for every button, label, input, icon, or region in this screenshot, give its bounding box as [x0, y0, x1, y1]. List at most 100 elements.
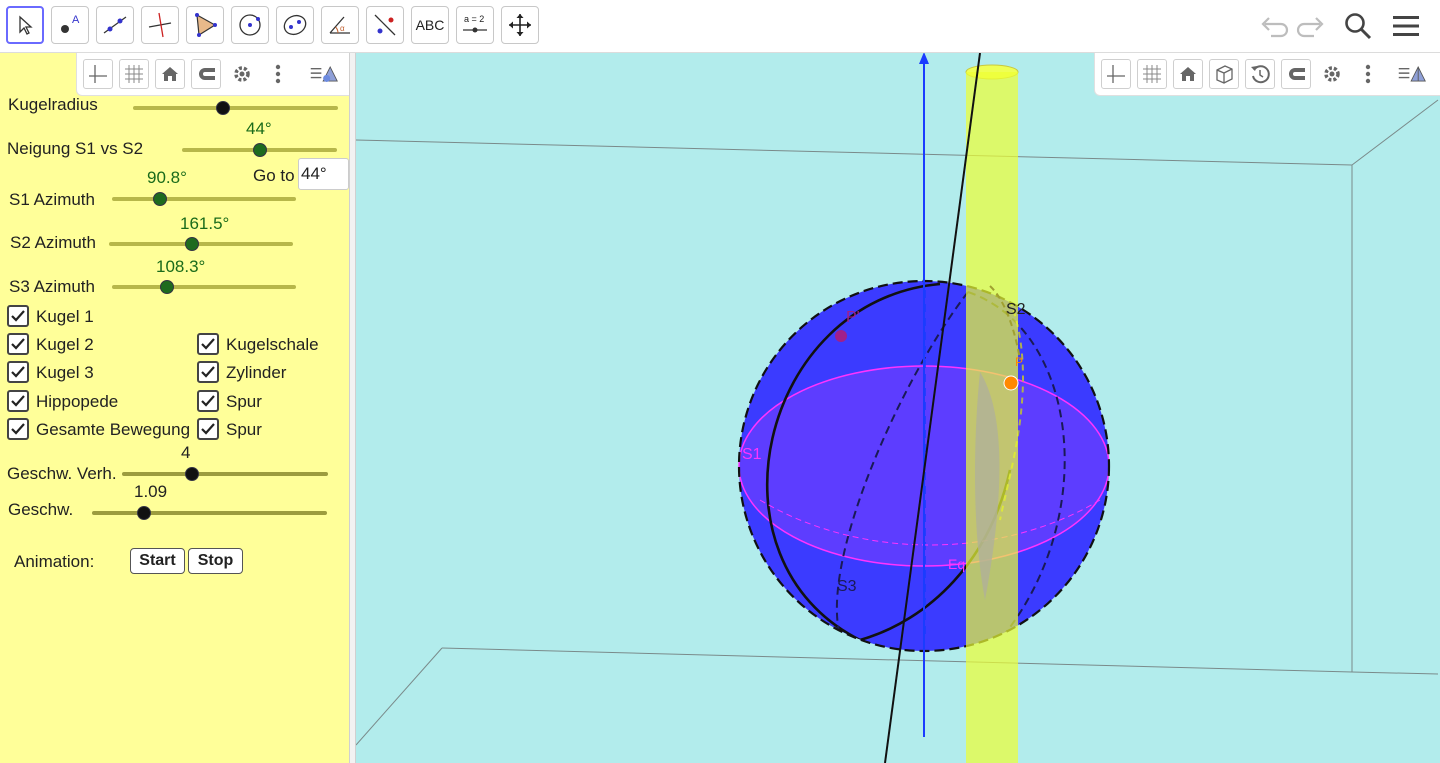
svg-text:α: α [340, 24, 345, 33]
settings-button[interactable] [227, 59, 257, 89]
hippopede-checkbox[interactable] [7, 390, 29, 412]
move-graphics-icon [509, 14, 531, 36]
s3-azimuth-slider-knob[interactable] [160, 280, 175, 294]
neigung-label: Neigung S1 vs S2 [7, 139, 144, 158]
point-p [1003, 375, 1019, 391]
axes-icon [1107, 65, 1125, 83]
s3-azimuth-value: 108.3° [156, 257, 206, 276]
geschw-verh-slider-knob[interactable] [185, 467, 200, 481]
goto-label: Go to [253, 166, 295, 185]
stop-button[interactable]: Stop [188, 548, 243, 574]
gesamte-bewegung-checkbox[interactable] [7, 418, 29, 440]
rotate-view-button[interactable] [1245, 59, 1275, 89]
geschw-slider[interactable] [92, 511, 327, 515]
undo-button[interactable] [1256, 8, 1292, 44]
line-icon [103, 16, 127, 34]
style-bar-toggle-3d[interactable] [1397, 59, 1427, 89]
ellipse-icon [283, 14, 307, 36]
grid-toggle[interactable] [119, 59, 149, 89]
checkmark-icon [201, 366, 215, 378]
home-button-3d[interactable] [1173, 59, 1203, 89]
start-button[interactable]: Start [130, 548, 185, 574]
axes-toggle[interactable] [83, 59, 113, 89]
spur-checkbox-2[interactable] [197, 418, 219, 440]
point-tool[interactable]: A [51, 6, 89, 44]
neigung-slider-knob[interactable] [252, 143, 267, 157]
s3-azimuth-label: S3 Azimuth [9, 277, 95, 296]
label-eq: Eq [948, 556, 966, 572]
text-icon: ABC [415, 17, 445, 33]
zylinder-checkbox[interactable] [197, 361, 219, 383]
style-bar-icon [1398, 65, 1426, 82]
spur-checkbox-1[interactable] [197, 390, 219, 412]
magnet-toggle[interactable] [191, 59, 221, 89]
s2-azimuth-label: S2 Azimuth [10, 233, 96, 252]
point-p-prime [835, 330, 847, 342]
hippopede-label: Hippopede [36, 392, 119, 411]
redo-button[interactable] [1293, 8, 1329, 44]
s2-azimuth-slider[interactable] [109, 242, 293, 246]
reflect-icon [374, 14, 396, 36]
move-view-tool[interactable] [501, 6, 539, 44]
geschw-verh-slider[interactable] [122, 472, 328, 476]
circle-icon [239, 14, 261, 36]
kugel2-checkbox[interactable] [7, 333, 29, 355]
graphics-view-3d[interactable]: P' S1 S2 S3 Eq P [356, 53, 1440, 763]
magnet-toggle-3d[interactable] [1281, 59, 1311, 89]
angle-tool[interactable]: α [321, 6, 359, 44]
toolbar: A α ABC a = 2 [0, 0, 1440, 53]
s1-azimuth-slider-knob[interactable] [152, 192, 167, 206]
goto-input[interactable]: 44° [298, 158, 349, 190]
kugel2-label: Kugel 2 [36, 335, 94, 354]
move-tool[interactable] [6, 6, 44, 44]
search-button[interactable] [1340, 8, 1376, 44]
geschw-slider-knob[interactable] [136, 506, 151, 520]
s1-azimuth-slider[interactable] [112, 197, 296, 201]
checkmark-icon [11, 338, 25, 350]
checkmark-icon [11, 395, 25, 407]
polygon-tool[interactable] [186, 6, 224, 44]
more-button[interactable] [263, 59, 293, 89]
magnet-icon [1289, 68, 1305, 80]
menu-button[interactable] [1388, 8, 1424, 44]
graphics-view-2d[interactable]: Kugelradius 44° Neigung S1 vs S2 Go to 4… [0, 53, 350, 763]
text-tool[interactable]: ABC [411, 6, 449, 44]
view-direction-button[interactable] [1209, 59, 1239, 89]
label-s2: S2 [1006, 301, 1026, 318]
axes-toggle-3d[interactable] [1101, 59, 1131, 89]
circle-tool[interactable] [231, 6, 269, 44]
grid-icon [1143, 65, 1161, 83]
gear-icon [1324, 66, 1340, 82]
style-bar-toggle[interactable] [309, 59, 339, 89]
s3-azimuth-slider[interactable] [112, 285, 296, 289]
svg-text:a = 2: a = 2 [464, 14, 484, 24]
perpendicular-tool[interactable] [141, 6, 179, 44]
grid-toggle-3d[interactable] [1137, 59, 1167, 89]
s1-azimuth-value: 90.8° [147, 168, 187, 187]
home-icon [162, 67, 178, 81]
view-splitter[interactable] [349, 53, 356, 763]
s2-azimuth-slider-knob[interactable] [184, 237, 199, 251]
slider-tool[interactable]: a = 2 [456, 6, 494, 44]
conic-tool[interactable] [276, 6, 314, 44]
label-s3: S3 [837, 578, 857, 595]
more-button-3d[interactable] [1353, 59, 1383, 89]
label-p-prime: P' [846, 309, 860, 326]
reflect-tool[interactable] [366, 6, 404, 44]
kugel1-checkbox[interactable] [7, 305, 29, 327]
kugelschale-checkbox[interactable] [197, 333, 219, 355]
kugel3-label: Kugel 3 [36, 363, 94, 382]
checkmark-icon [11, 366, 25, 378]
kugel3-checkbox[interactable] [7, 361, 29, 383]
line-tool[interactable] [96, 6, 134, 44]
animation-label: Animation: [14, 552, 95, 571]
kugelradius-slider[interactable] [133, 106, 338, 110]
undo-icon [1261, 17, 1289, 38]
more-icon [275, 64, 281, 84]
label-s1: S1 [742, 446, 762, 463]
kugelradius-slider-knob[interactable] [216, 101, 231, 115]
settings-button-3d[interactable] [1317, 59, 1347, 89]
more-icon [1365, 64, 1371, 84]
style-bar-icon [310, 65, 338, 82]
home-button[interactable] [155, 59, 185, 89]
